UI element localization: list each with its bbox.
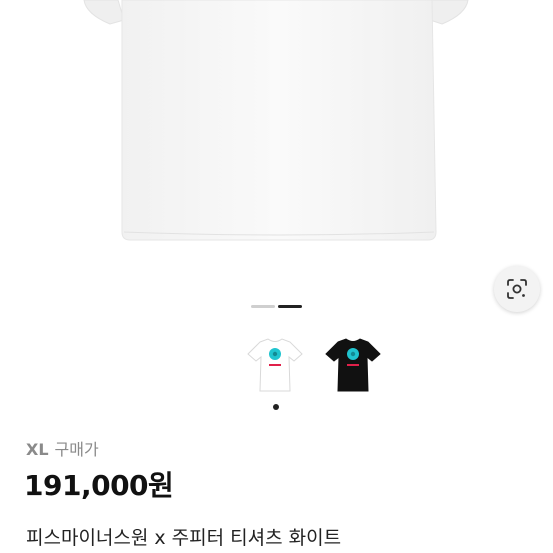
image-pager [251, 305, 303, 309]
purchase-label: 구매가 [54, 440, 99, 459]
thumbnail-black-tshirt[interactable] [322, 336, 384, 394]
thumbnail-white-tshirt[interactable] [244, 336, 306, 394]
white-tshirt-thumbnail-image [247, 338, 303, 392]
lens-search-icon [507, 279, 527, 299]
lens-search-button[interactable] [494, 266, 540, 312]
size-purchase-line: XL 구매가 [26, 436, 99, 460]
product-title: 피스마이너스원 x 주피터 티셔츠 화이트 [26, 527, 342, 549]
pager-indicator-2[interactable] [278, 305, 302, 308]
tshirt-image [83, 0, 469, 241]
variant-thumbnails [244, 336, 384, 394]
product-image[interactable] [0, 0, 553, 290]
black-tshirt-thumbnail-image [325, 338, 381, 392]
product-price: 191,000원 [24, 469, 174, 502]
size-label: XL [26, 440, 49, 459]
pager-indicator-1[interactable] [251, 305, 275, 308]
selected-thumbnail-dot [273, 404, 279, 410]
